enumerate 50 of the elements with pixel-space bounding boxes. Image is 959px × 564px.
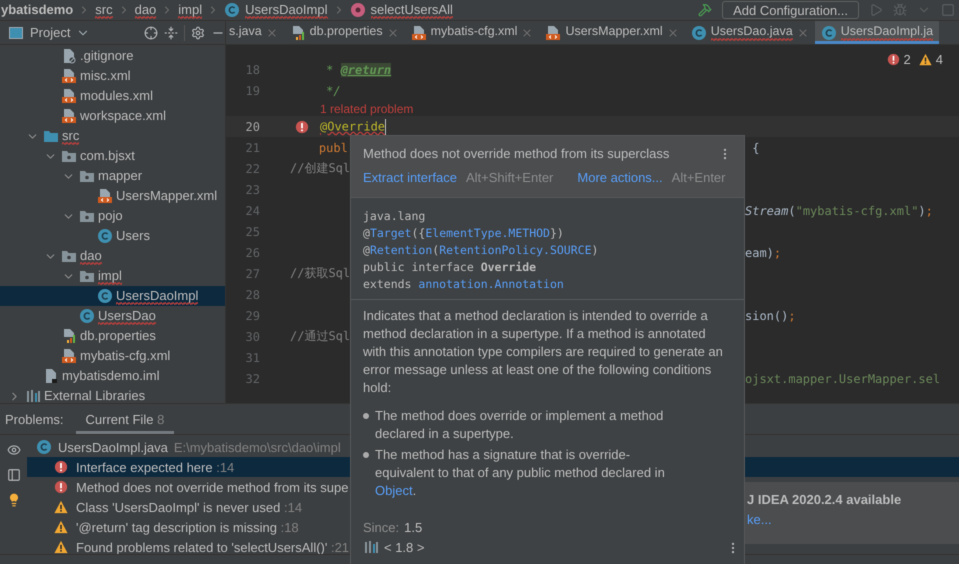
line-number: 30 — [244, 330, 260, 344]
description-text: Indicates that a method declaration is intended to override a method declaration in a supertype. If a method is annotated with this annotation type compilers are required to generate an error message unless at least one of the following conditions hold: — [363, 307, 724, 397]
line-number: 32 — [244, 372, 260, 386]
problem-text: Method does not override method from its supe — [76, 480, 348, 494]
signature-line: @Target({ElementType.METHOD}) — [363, 225, 565, 242]
line-number: 19 — [244, 84, 260, 98]
problem-text: '@return' tag description is missing :18 — [76, 520, 299, 534]
warning-count: 4 — [936, 52, 943, 67]
line-number: 27 — [244, 266, 260, 280]
shortcut-hint: Alt+Shift+Enter — [466, 170, 554, 185]
code-line: publ — [318, 140, 349, 154]
popup-title: Method does not override method from its superclass — [363, 146, 670, 161]
line-number: 28 — [244, 288, 260, 302]
line-number: 26 — [244, 246, 260, 260]
error-count: 2 — [904, 52, 911, 67]
line-number: 25 — [244, 224, 260, 238]
code-line: Stream("mybatis-cfg.xml"); — [745, 204, 933, 218]
code-line: { — [751, 140, 760, 154]
line-number: 31 — [244, 350, 260, 364]
line-number: 23 — [244, 182, 260, 196]
code-line: eam); — [745, 246, 782, 260]
line-number: 24 — [244, 204, 260, 218]
signature-line: public interface Override — [363, 259, 538, 276]
line-number: 21 — [244, 140, 260, 154]
code-line: */ — [325, 84, 341, 98]
notification-title: J IDEA 2020.2.4 available — [747, 492, 902, 507]
signature-line: extends annotation.Annotation — [363, 276, 565, 293]
condition-text: The method does override or implement a method declared in a supertype. — [375, 407, 664, 443]
code-line: //获取Sql — [290, 265, 350, 282]
code-line: @Override — [320, 118, 386, 134]
code-line: //创建Sql — [290, 160, 350, 177]
signature-line: java.lang — [363, 208, 426, 225]
line-number: 20 — [244, 120, 260, 134]
since-label: Since: — [363, 520, 400, 535]
problem-text: Interface expected here :14 — [76, 460, 234, 474]
line-number: 18 — [244, 62, 260, 76]
condition-text: The method has a signature that is override-equivalent to that of any public method declared in Object. — [375, 446, 666, 500]
shortcut-hint: Alt+Enter — [672, 170, 726, 185]
problem-text: Found problems related to 'selectUsersAll()' :21 — [76, 540, 350, 554]
line-number: 29 — [244, 308, 260, 322]
signature-line: @Retention(RetentionPolicy.SOURCE) — [363, 242, 600, 259]
file-path: E:\mybatisdemo\src\dao\impl — [174, 440, 341, 454]
panel-title: Problems: — [5, 412, 64, 429]
since-value: 1.5 — [404, 520, 422, 535]
code-line: sion(); — [745, 308, 796, 322]
code-line: ojsxt.mapper.UserMapper.sel — [745, 372, 940, 386]
code-line: //通过Sql — [290, 328, 350, 345]
code-line: * @return — [325, 62, 392, 76]
line-number: 22 — [244, 162, 260, 176]
problem-text: Class 'UsersDaoImpl' is never used :14 — [76, 500, 302, 514]
